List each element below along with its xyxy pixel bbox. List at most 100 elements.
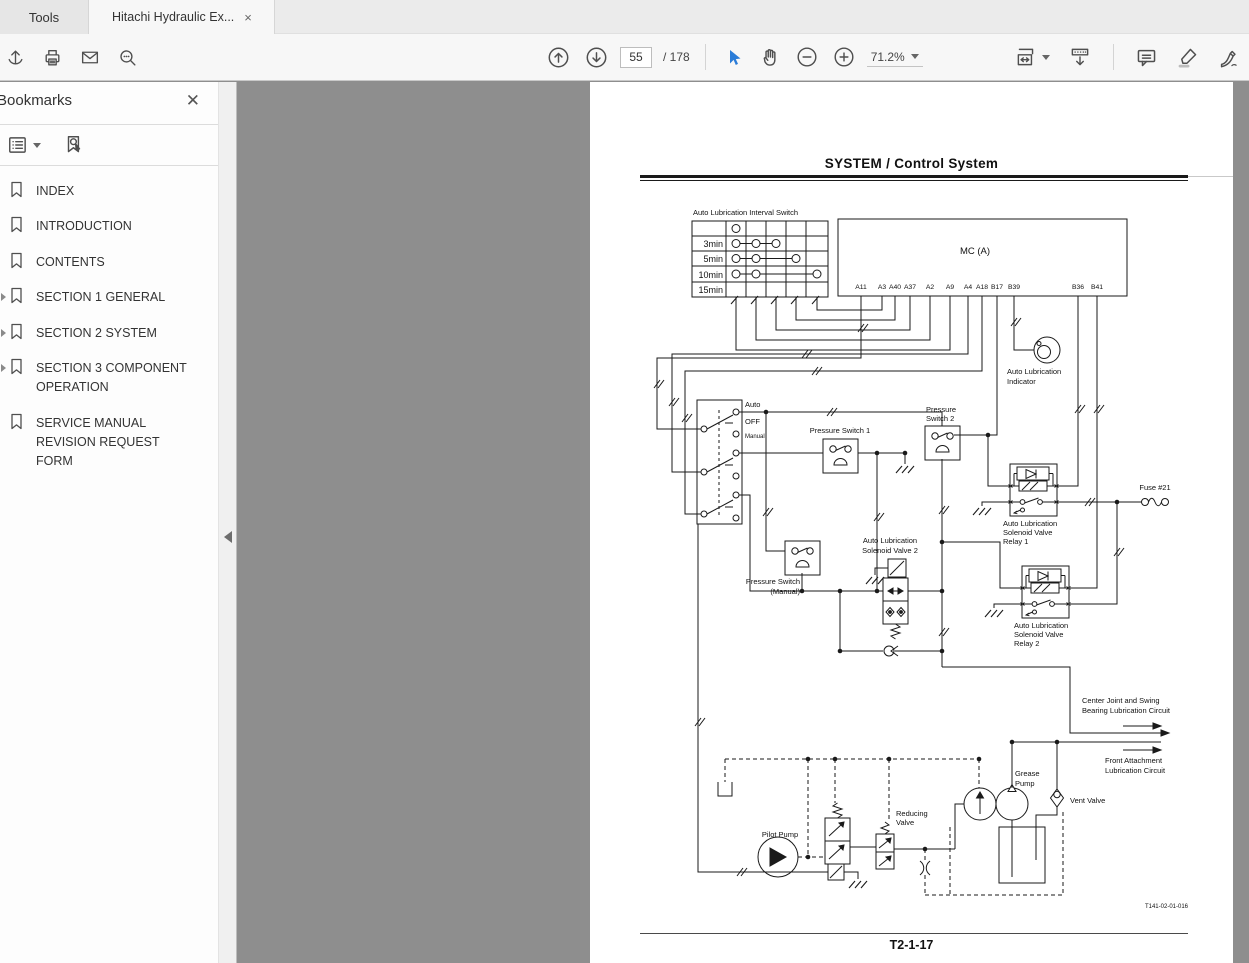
- panel-collapse-strip[interactable]: [218, 82, 237, 963]
- terminal-label: B17: [991, 284, 1003, 291]
- interval-row-label: 15min: [698, 285, 723, 295]
- terminal-label: A3: [878, 284, 887, 291]
- terminal-label: A4: [964, 284, 973, 291]
- grease-pump-label: Pump: [1015, 779, 1035, 788]
- pressure-switch-1-label: Pressure Switch 1: [810, 426, 870, 435]
- chevron-down-icon: [911, 54, 919, 59]
- previous-page-icon[interactable]: [544, 43, 573, 72]
- front-attachment-circuit-label: Lubrication Circuit: [1105, 766, 1166, 775]
- terminal-label: A18: [976, 284, 988, 291]
- bookmark-item-section3[interactable]: SECTION 3 COMPONENT OPERATION: [0, 351, 218, 406]
- expand-icon[interactable]: [1, 364, 6, 372]
- terminal-label: B36: [1072, 284, 1084, 291]
- vent-valve-label: Vent Valve: [1070, 796, 1105, 805]
- center-joint-circuit-label: Center Joint and Swing: [1082, 696, 1160, 705]
- solenoid-valve-2-label: Solenoid Valve 2: [862, 546, 918, 555]
- fit-width-icon[interactable]: [1011, 42, 1053, 72]
- highlighter-icon[interactable]: [1173, 43, 1202, 72]
- terminal-label: A37: [904, 284, 916, 291]
- page-scrolling-icon[interactable]: [1065, 42, 1095, 72]
- close-panel-icon[interactable]: ✕: [186, 91, 200, 111]
- tab-document[interactable]: Hitachi Hydraulic Ex... ×: [89, 0, 275, 34]
- collapse-panel-icon[interactable]: [224, 531, 232, 543]
- bookmark-icon: [9, 181, 24, 203]
- relay-1-label: Solenoid Valve: [1003, 528, 1052, 537]
- wiring-diagram: Auto Lubrication Interval Switch 3min 5m…: [590, 82, 1233, 963]
- main-toolbar: / 178 71.2%: [0, 34, 1249, 81]
- pilot-pump-label: Pilot Pump: [762, 830, 798, 839]
- page-footer-number: T2-1-17: [590, 938, 1233, 952]
- pdf-page: SYSTEM / Control System: [590, 82, 1233, 963]
- next-page-icon[interactable]: [582, 43, 611, 72]
- tab-tools[interactable]: Tools: [0, 0, 89, 34]
- print-icon[interactable]: [39, 44, 66, 71]
- center-joint-circuit-label: Bearing Lubrication Circuit: [1082, 706, 1171, 715]
- share-icon[interactable]: [2, 44, 29, 71]
- terminal-label: B41: [1091, 284, 1103, 291]
- bookmark-item-section1[interactable]: SECTION 1 GENERAL: [0, 280, 218, 315]
- toolbar-divider: [705, 44, 706, 70]
- hand-tool-icon[interactable]: [756, 43, 784, 71]
- reducing-valve-label: Valve: [896, 818, 914, 827]
- bookmarks-list: INDEX INTRODUCTION CONTENTS SECTION 1 GE…: [0, 174, 218, 480]
- solenoid-valve-2-label: Auto Lubrication: [863, 536, 917, 545]
- tab-document-label: Hitachi Hydraulic Ex...: [112, 10, 234, 24]
- footer-rule: [640, 933, 1188, 934]
- document-area[interactable]: SYSTEM / Control System: [237, 82, 1249, 963]
- select-tool-icon[interactable]: [721, 44, 747, 71]
- tab-bar: Tools Hitachi Hydraulic Ex... ×: [0, 0, 1249, 34]
- relay-2-label: Auto Lubrication: [1014, 621, 1068, 630]
- bookmark-item-revision-form[interactable]: SERVICE MANUAL REVISION REQUEST FORM: [0, 406, 218, 480]
- pressure-switch-manual-label: Pressure Switch: [746, 577, 800, 586]
- bookmark-item-contents[interactable]: CONTENTS: [0, 245, 218, 280]
- page-count-label: / 178: [663, 50, 690, 64]
- zoom-in-icon[interactable]: [830, 43, 858, 71]
- figure-number: T141-02-01-016: [1145, 904, 1189, 910]
- interval-row-label: 3min: [703, 239, 723, 249]
- acrobat-window: Tools Hitachi Hydraulic Ex... ×: [0, 0, 1249, 963]
- pressure-switch-manual-label: (Manual): [770, 587, 800, 596]
- chevron-down-icon: [33, 143, 41, 148]
- bookmark-item-index[interactable]: INDEX: [0, 174, 218, 209]
- email-icon[interactable]: [76, 44, 104, 71]
- fill-sign-icon[interactable]: [1214, 43, 1243, 72]
- bookmark-item-introduction[interactable]: INTRODUCTION: [0, 209, 218, 244]
- zoom-level-label: 71.2%: [871, 50, 905, 64]
- zoom-out-icon[interactable]: [793, 43, 821, 71]
- bookmark-icon: [9, 252, 24, 274]
- mc-label: MC (A): [960, 246, 990, 257]
- close-tab-icon[interactable]: ×: [244, 11, 252, 24]
- chevron-down-icon: [1042, 55, 1050, 60]
- grease-pump-label: Grease: [1015, 769, 1040, 778]
- interval-row-label: 5min: [703, 254, 723, 264]
- bookmark-icon: [9, 323, 24, 345]
- selector-manual-label: Manual: [745, 434, 765, 440]
- indicator-label: Indicator: [1007, 377, 1036, 386]
- pressure-switch-2-label: Pressure: [926, 405, 956, 414]
- expand-current-bookmark-icon[interactable]: [60, 131, 88, 159]
- fuse-label: Fuse #21: [1139, 483, 1170, 492]
- comment-icon[interactable]: [1132, 43, 1161, 72]
- relay-2-label: Solenoid Valve: [1014, 630, 1063, 639]
- bookmarks-panel: Bookmarks ✕ INDEX: [0, 82, 218, 963]
- bookmark-item-section2[interactable]: SECTION 2 SYSTEM: [0, 316, 218, 351]
- terminal-label: B39: [1008, 284, 1020, 291]
- bookmark-icon: [9, 216, 24, 238]
- bookmark-icon: [9, 287, 24, 309]
- page-number-input[interactable]: [620, 47, 652, 68]
- pressure-switch-2-label: Switch 2: [926, 414, 954, 423]
- expand-icon[interactable]: [1, 329, 6, 337]
- zoom-level-control[interactable]: 71.2%: [867, 48, 923, 67]
- terminal-label: A2: [926, 284, 935, 291]
- interval-row-label: 10min: [698, 270, 723, 280]
- expand-icon[interactable]: [1, 293, 6, 301]
- selector-auto-label: Auto: [745, 400, 760, 409]
- relay-2-label: Relay 2: [1014, 639, 1039, 648]
- divider: [0, 165, 218, 166]
- terminal-label: A40: [889, 284, 901, 291]
- tab-tools-label: Tools: [29, 10, 59, 25]
- search-icon[interactable]: [114, 44, 141, 71]
- bookmarks-panel-title: Bookmarks: [0, 92, 72, 109]
- bookmark-options-icon[interactable]: [4, 131, 44, 159]
- reducing-valve-label: Reducing: [896, 809, 928, 818]
